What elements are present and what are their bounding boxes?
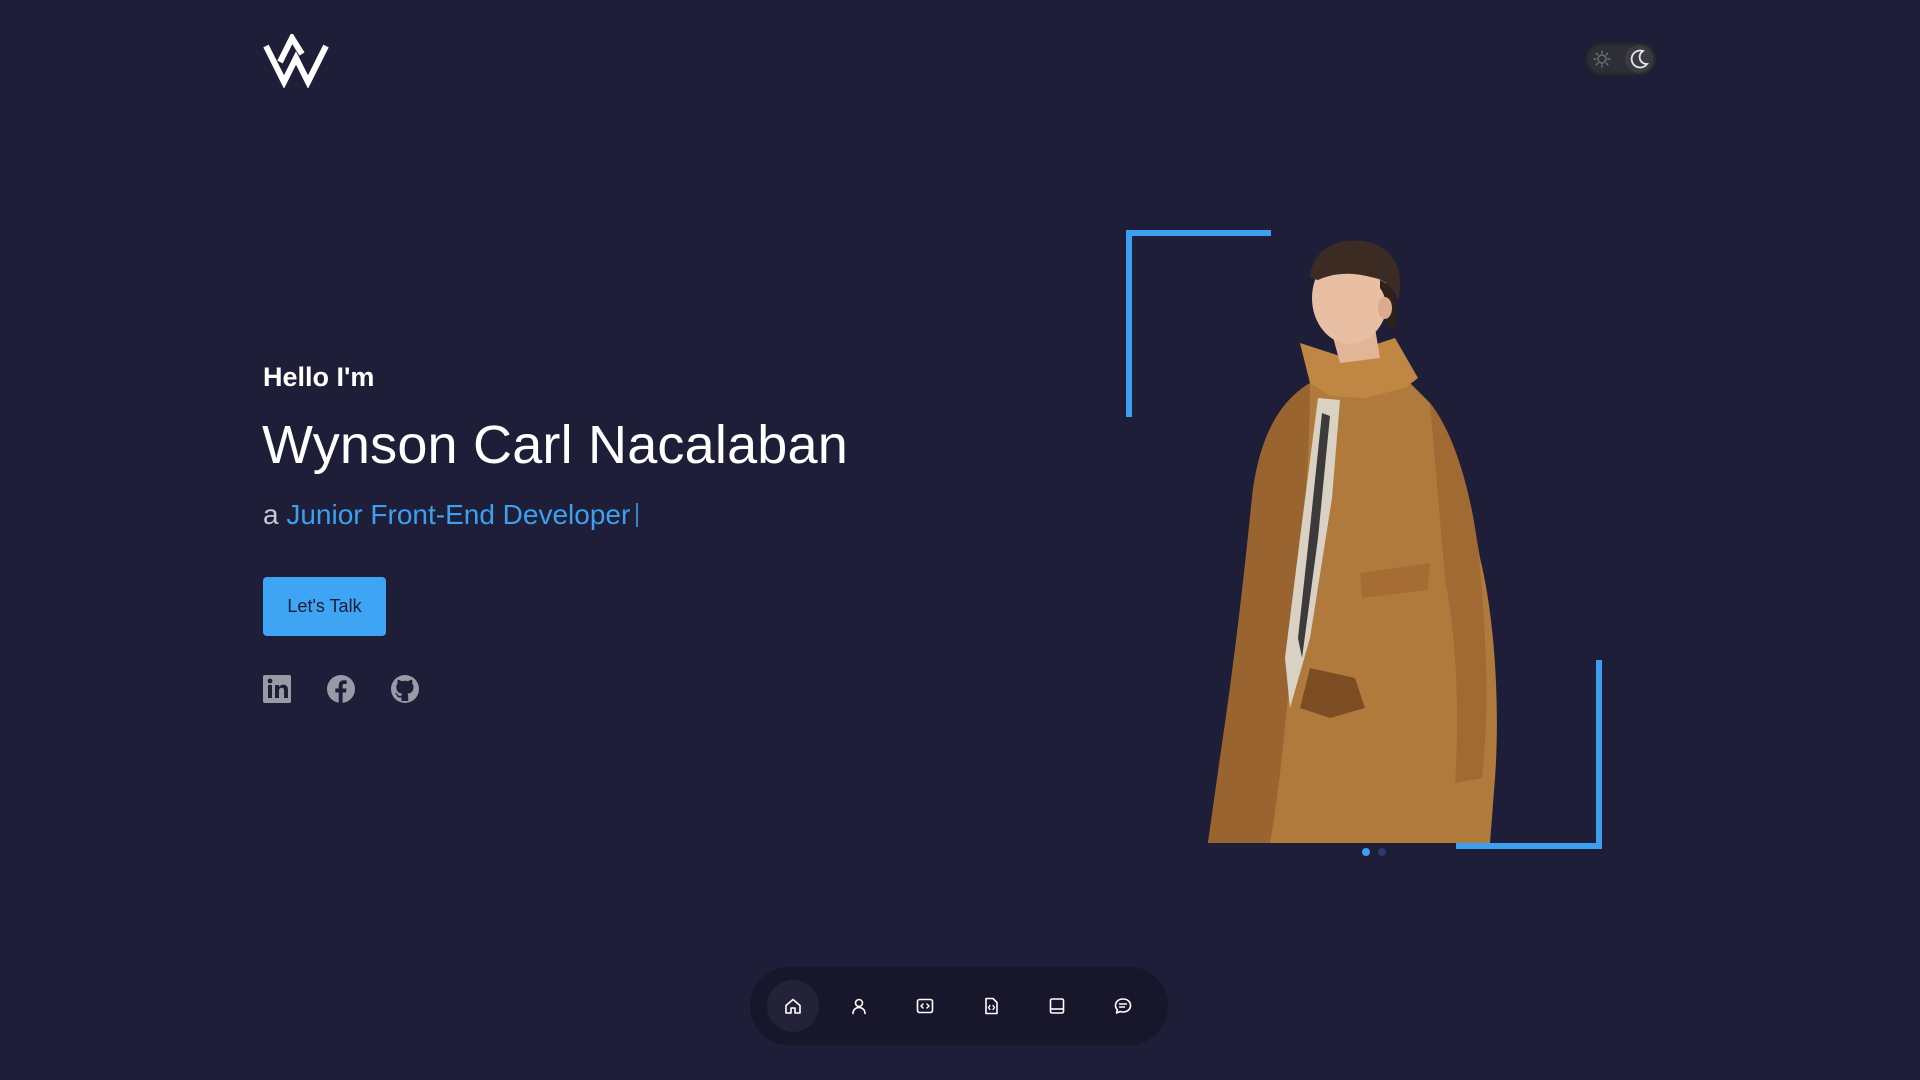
moon-icon — [1630, 49, 1649, 69]
nav-item-home[interactable] — [767, 980, 819, 1032]
home-icon — [785, 998, 801, 1014]
code-file-icon — [985, 997, 998, 1015]
bottom-nav — [750, 967, 1168, 1045]
nav-item-about[interactable] — [833, 980, 885, 1032]
user-icon — [852, 998, 866, 1015]
nav-item-portfolio[interactable] — [1031, 980, 1083, 1032]
greeting-text: Hello I'm — [263, 362, 375, 392]
social-links — [262, 674, 420, 704]
code-window-icon — [916, 998, 934, 1014]
role-text: Junior Front-End Developer — [286, 499, 631, 530]
typing-cursor — [636, 503, 639, 527]
lets-talk-button[interactable]: Let's Talk — [263, 577, 386, 636]
carousel-dots — [1362, 848, 1386, 856]
role-line: a Junior Front-End Developer — [263, 499, 639, 531]
w-monogram-logo[interactable] — [262, 31, 330, 89]
github-icon[interactable] — [390, 674, 420, 704]
nav-item-skills[interactable] — [899, 980, 951, 1032]
portrait-image — [1208, 240, 1497, 843]
laptop-icon — [1049, 998, 1065, 1014]
carousel-dot[interactable] — [1378, 848, 1386, 856]
portfolio-page: Hello I'm Wynson Carl Nacalaban a Junior… — [0, 0, 1920, 1080]
hero-name: Wynson Carl Nacalaban — [262, 415, 848, 475]
nav-item-contact[interactable] — [1097, 980, 1149, 1032]
role-prefix: a — [263, 499, 279, 530]
nav-item-projects[interactable] — [965, 980, 1017, 1032]
linkedin-icon[interactable] — [262, 674, 292, 704]
facebook-icon[interactable] — [326, 674, 356, 704]
theme-toggle[interactable] — [1585, 42, 1657, 76]
toggle-knob — [1625, 45, 1653, 73]
carousel-dot[interactable] — [1362, 848, 1370, 856]
message-icon — [1114, 998, 1132, 1014]
sun-icon — [1593, 50, 1611, 68]
